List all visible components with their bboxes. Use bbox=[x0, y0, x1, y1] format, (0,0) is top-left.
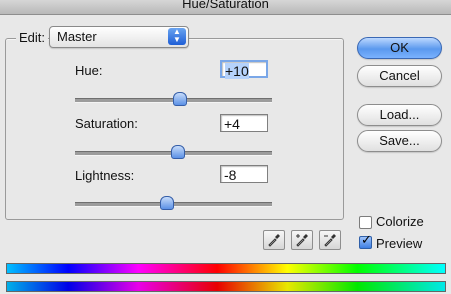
lightness-slider-thumb[interactable] bbox=[159, 196, 174, 210]
save-button[interactable]: Save... bbox=[357, 130, 442, 152]
saturation-slider-track[interactable] bbox=[75, 145, 272, 159]
title-bar: Hue/Saturation bbox=[0, 0, 451, 15]
preview-checkbox[interactable] bbox=[359, 233, 372, 249]
hue-slider-thumb[interactable] bbox=[172, 92, 187, 106]
lightness-slider-track[interactable] bbox=[75, 196, 272, 210]
hue-value: +10 bbox=[225, 63, 249, 79]
hue-slider-track[interactable] bbox=[75, 92, 272, 106]
eyedropper-plus-button[interactable] bbox=[291, 230, 313, 250]
lightness-value: -8 bbox=[224, 167, 237, 183]
eyedropper-minus-button[interactable] bbox=[319, 230, 341, 250]
saturation-input[interactable]: +4 bbox=[220, 114, 268, 132]
window-title: Hue/Saturation bbox=[182, 0, 269, 11]
ok-button[interactable]: OK bbox=[357, 37, 442, 59]
lightness-input[interactable]: -8 bbox=[220, 165, 268, 183]
hue-label: Hue: bbox=[75, 63, 103, 78]
hue-input[interactable]: +10 bbox=[220, 60, 268, 79]
eyedropper-minus-icon bbox=[324, 234, 336, 247]
preview-label: Preview bbox=[376, 236, 423, 251]
adjustment-group bbox=[5, 38, 344, 220]
eyedropper-button[interactable] bbox=[263, 230, 285, 250]
load-button[interactable]: Load... bbox=[357, 104, 442, 126]
cancel-button[interactable]: Cancel bbox=[357, 65, 442, 87]
eyedropper-plus-icon bbox=[296, 234, 308, 247]
saturation-value: +4 bbox=[224, 116, 240, 132]
edit-select[interactable]: Master ▲ ▼ bbox=[49, 26, 189, 48]
edit-select-value: Master bbox=[57, 29, 97, 44]
saturation-slider-thumb[interactable] bbox=[171, 145, 186, 159]
edit-label: Edit: bbox=[16, 30, 49, 45]
eyedropper-icon bbox=[268, 234, 280, 247]
colorize-checkbox[interactable] bbox=[359, 216, 372, 229]
output-color-bar bbox=[6, 281, 446, 292]
colorize-label: Colorize bbox=[376, 214, 424, 229]
saturation-label: Saturation: bbox=[75, 116, 138, 131]
select-arrows-icon: ▲ ▼ bbox=[168, 28, 186, 45]
lightness-label: Lightness: bbox=[75, 168, 135, 183]
input-color-bar bbox=[6, 263, 446, 274]
